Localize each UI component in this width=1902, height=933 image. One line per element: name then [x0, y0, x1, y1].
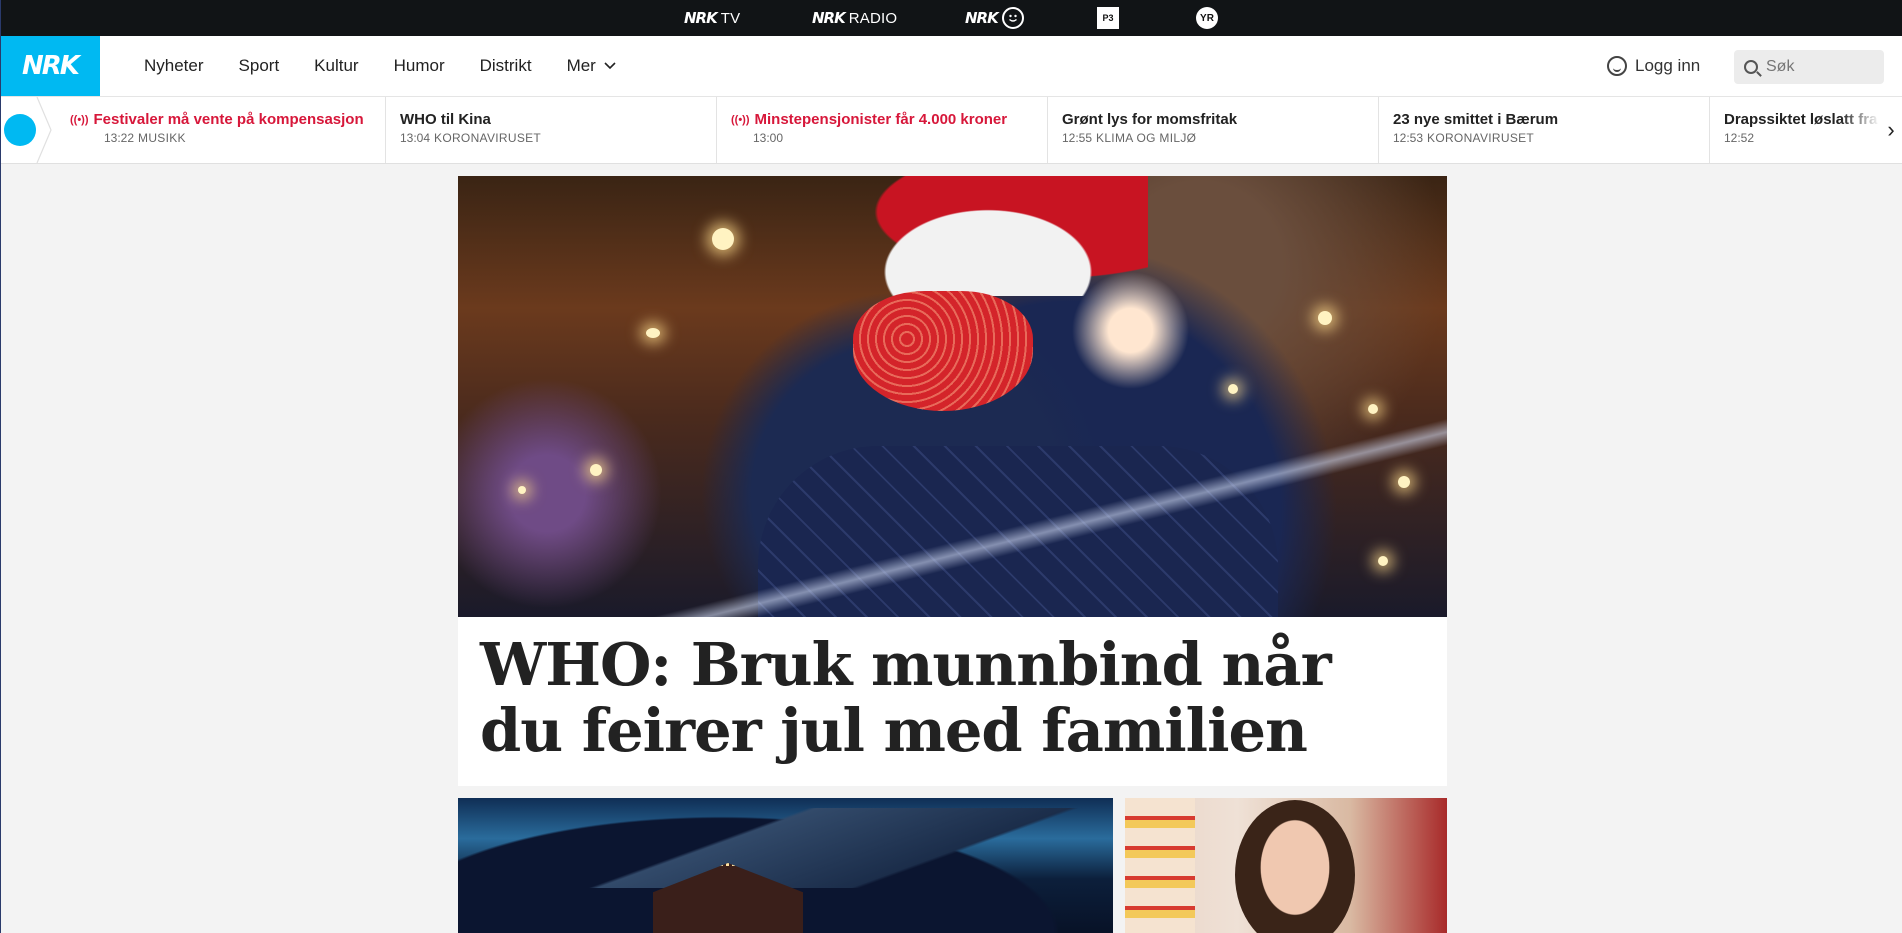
yr-icon: YR [1196, 7, 1218, 29]
search-box[interactable] [1734, 50, 1884, 84]
nav-mer[interactable]: Mer [567, 56, 616, 76]
services-bar: NRK TV NRK RADIO NRK P3 YR [0, 0, 1902, 36]
nrk-tv-link[interactable]: NRK TV [684, 0, 740, 36]
main-header: NRK Nyheter Sport Kultur Humor Distrikt … [0, 36, 1902, 97]
article-card-image[interactable] [1125, 798, 1447, 933]
login-label: Logg inn [1635, 56, 1701, 75]
main-article-title[interactable]: WHO: Bruk munnbind når du feirer jul med… [480, 632, 1380, 764]
nav-kultur[interactable]: Kultur [314, 56, 358, 76]
ticker-item[interactable]: Grønt lys for momsfritak 12:55 KLIMA OG M… [1047, 97, 1377, 163]
broadcast-icon [4, 114, 59, 146]
main-article[interactable]: WHO: Bruk munnbind når du feirer jul med… [458, 176, 1447, 786]
live-icon: ((•)) [70, 113, 89, 126]
user-icon [1607, 56, 1627, 76]
ticker-fade [1840, 97, 1880, 163]
nrk-super-link[interactable]: NRK [965, 0, 1024, 36]
main-nav: Nyheter Sport Kultur Humor Distrikt Mer [144, 36, 616, 96]
nav-distrikt[interactable]: Distrikt [480, 56, 532, 76]
main-article-image [458, 176, 1447, 617]
p3-icon: P3 [1097, 7, 1119, 29]
yr-link[interactable]: YR [1196, 0, 1218, 36]
article-card-image[interactable] [458, 798, 1113, 933]
nrk-p3-link[interactable]: P3 [1097, 0, 1119, 36]
search-input[interactable] [1764, 57, 1878, 77]
ticker-next-button[interactable]: › [1880, 97, 1902, 163]
window-border [0, 0, 1, 933]
login-button[interactable]: Logg inn [1607, 36, 1700, 96]
live-feed-button[interactable] [0, 97, 59, 163]
ticker-item[interactable]: ((•)) Minstepensjonister får 4.000 kroner… [716, 97, 1046, 163]
nrk-radio-link[interactable]: NRK RADIO [812, 0, 897, 36]
nrk-logo[interactable]: NRK [0, 36, 100, 96]
ticker-item[interactable]: 23 nye smittet i Bærum 12:53 KORONAVIRUSE… [1378, 97, 1708, 163]
nav-sport[interactable]: Sport [239, 56, 280, 76]
live-icon: ((•)) [731, 113, 750, 126]
chevron-down-icon [604, 62, 616, 70]
search-icon [1744, 60, 1758, 74]
nav-mer-label: Mer [566, 56, 596, 75]
ticker-item[interactable]: WHO til Kina 13:04 KORONAVIRUSET [385, 97, 715, 163]
news-ticker: ((•)) Festivaler må vente på kompensasjon… [0, 97, 1902, 164]
ticker-item[interactable]: ((•)) Festivaler må vente på kompensasjon… [56, 97, 384, 163]
smiley-icon [1001, 7, 1024, 29]
nav-humor[interactable]: Humor [394, 56, 445, 76]
nav-nyheter[interactable]: Nyheter [144, 56, 204, 76]
chevron-right-icon: › [1887, 117, 1895, 142]
